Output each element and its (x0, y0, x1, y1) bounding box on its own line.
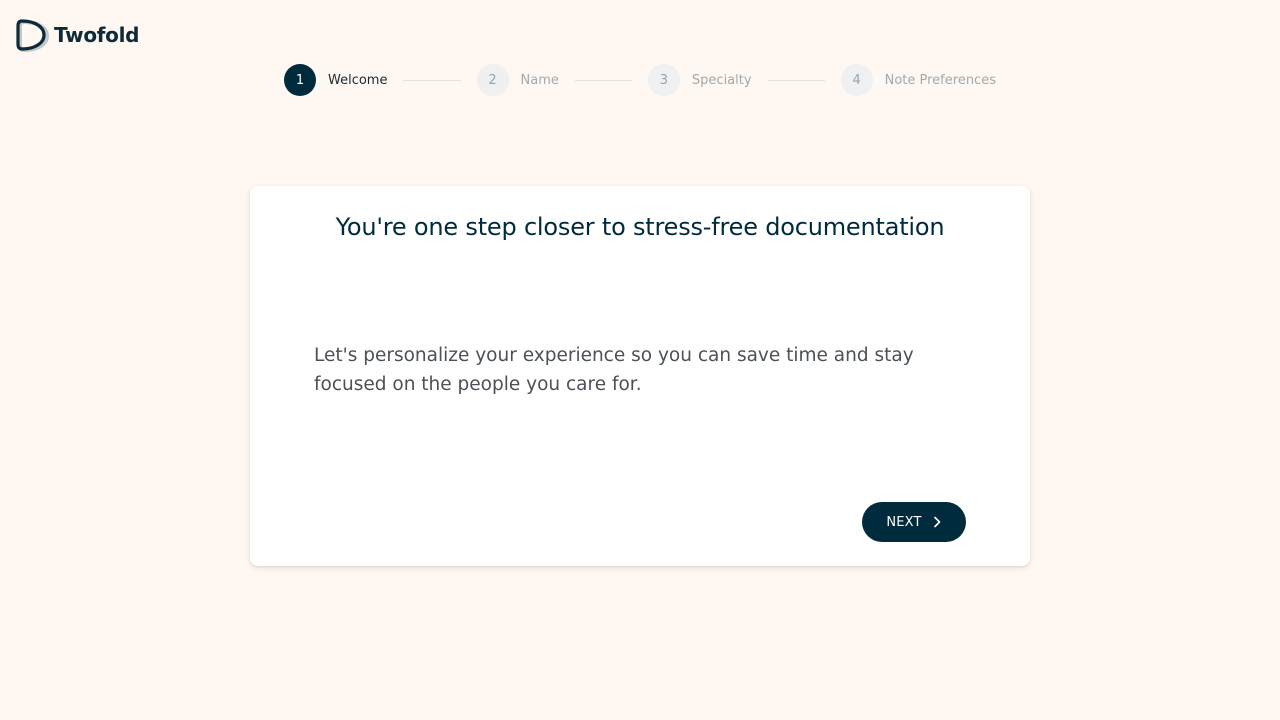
step-connector (403, 79, 461, 81)
step-number: 2 (476, 64, 509, 96)
step-note-preferences[interactable]: 4 Note Preferences (840, 64, 996, 96)
step-label: Name (520, 72, 559, 88)
step-label: Welcome (328, 72, 388, 88)
card-description: Let's personalize your experience so you… (314, 345, 914, 395)
step-label: Specialty (691, 72, 752, 88)
card-title: You're one step closer to stress-free do… (335, 213, 945, 241)
brand-logo[interactable]: Twofold (16, 18, 139, 52)
step-name[interactable]: 2 Name (476, 64, 559, 96)
next-button[interactable]: NEXT (862, 502, 966, 542)
step-number: 1 (284, 64, 316, 96)
twofold-logo-icon (16, 19, 49, 52)
next-button-label: NEXT (886, 514, 922, 530)
step-number: 3 (647, 64, 680, 96)
step-label: Note Preferences (884, 72, 996, 88)
step-connector (574, 79, 632, 81)
chevron-right-icon (932, 516, 942, 528)
brand-name: Twofold (54, 23, 140, 47)
step-welcome[interactable]: 1 Welcome (284, 64, 387, 96)
onboarding-stepper: 1 Welcome 2 Name 3 Specialty 4 Note Pref… (284, 64, 996, 96)
welcome-card: You're one step closer to stress-free do… (250, 186, 1030, 566)
step-specialty[interactable]: 3 Specialty (647, 64, 752, 96)
step-connector (767, 79, 825, 81)
step-number: 4 (840, 64, 873, 96)
